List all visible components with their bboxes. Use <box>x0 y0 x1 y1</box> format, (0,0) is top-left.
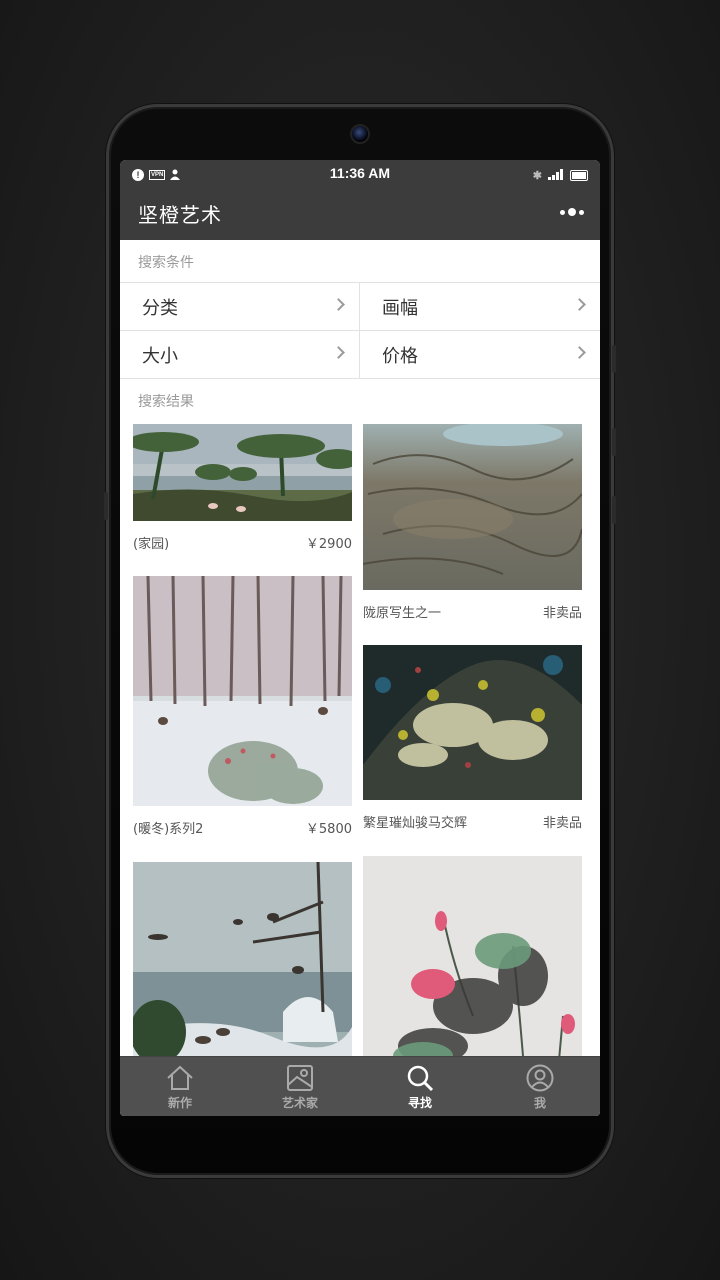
chevron-right-icon <box>573 298 586 311</box>
nav-label: 寻找 <box>407 1096 432 1110</box>
artwork-thumbnail <box>133 862 352 1071</box>
front-camera <box>350 124 370 144</box>
app-title: 坚橙艺术 <box>138 202 222 227</box>
artwork-title: 繁星璀灿骏马交辉 <box>363 816 468 831</box>
user-icon <box>526 1064 554 1092</box>
artwork-meta: (暖冬)系列2 ￥5800 <box>133 818 352 837</box>
artwork-title: 陇原写生之一 <box>363 606 442 621</box>
artwork-meta: 陇原写生之一 非卖品 <box>363 602 582 621</box>
filter-label: 分类 <box>142 297 178 319</box>
filter-grid: 分类 画幅 大小 价格 <box>120 282 600 379</box>
nav-search[interactable]: 寻找 <box>360 1057 480 1116</box>
artwork-thumbnail <box>363 424 582 590</box>
app-header: 坚橙艺术 <box>120 186 600 240</box>
status-time: 11:36 AM <box>329 165 391 181</box>
battery-icon <box>570 169 588 181</box>
home-icon <box>167 1065 193 1090</box>
chevron-right-icon <box>573 346 586 359</box>
nav-artists[interactable]: 艺术家 <box>240 1057 360 1116</box>
artwork-thumbnail <box>363 856 582 1071</box>
artwork-price: 非卖品 <box>542 816 582 831</box>
nav-label: 我 <box>533 1096 546 1110</box>
more-dot-icon <box>579 209 584 215</box>
volume-mid-button <box>612 428 616 456</box>
search-icon <box>407 1065 434 1092</box>
bottom-navigation: 新作 艺术家 寻找 我 <box>120 1056 600 1116</box>
signal-icon <box>548 167 564 183</box>
search-conditions-label: 搜索条件 <box>138 255 194 271</box>
more-menu-button[interactable] <box>560 208 584 216</box>
artwork-price: 非卖品 <box>542 606 582 621</box>
artwork-card[interactable]: (暖冬)系列2 ￥5800 <box>133 576 352 837</box>
artwork-card[interactable]: 繁星璀灿骏马交辉 非卖品 <box>363 645 582 831</box>
filter-category[interactable]: 分类 <box>120 283 360 331</box>
artwork-card[interactable]: 陇原写生之一 非卖品 <box>363 424 582 621</box>
more-dot-icon <box>560 209 565 215</box>
picture-icon <box>287 1065 313 1091</box>
nav-label: 新作 <box>167 1096 192 1110</box>
more-dot-icon <box>568 208 576 216</box>
filter-label: 画幅 <box>382 297 418 319</box>
volume-down-button <box>612 496 616 524</box>
artwork-price: ￥5800 <box>305 822 352 837</box>
artwork-title: (暖冬)系列2 <box>133 822 204 837</box>
app-screen: ! VPN 11:36 AM ✱ 坚橙艺术 搜索条件 分类 画幅 大小 价格 搜… <box>120 160 600 1116</box>
chevron-right-icon <box>332 298 345 311</box>
artwork-card[interactable]: (家园) ￥2900 <box>133 424 352 552</box>
filter-price[interactable]: 价格 <box>360 331 600 379</box>
chevron-right-icon <box>332 346 345 359</box>
status-bar: ! VPN 11:36 AM ✱ <box>120 160 600 186</box>
artwork-title: (家园) <box>133 537 170 552</box>
filter-size[interactable]: 大小 <box>120 331 360 379</box>
nav-label: 艺术家 <box>281 1096 318 1110</box>
filter-format[interactable]: 画幅 <box>360 283 600 331</box>
artwork-meta: 繁星璀灿骏马交辉 非卖品 <box>363 812 582 831</box>
power-button <box>104 492 108 520</box>
filter-label: 大小 <box>142 345 178 367</box>
artwork-meta: (家园) ￥2900 <box>133 533 352 552</box>
nav-me[interactable]: 我 <box>480 1057 600 1116</box>
filter-label: 价格 <box>382 345 418 367</box>
artwork-price: ￥2900 <box>305 537 352 552</box>
artwork-thumbnail <box>363 645 582 800</box>
nav-new-works[interactable]: 新作 <box>120 1057 240 1116</box>
search-results-label: 搜索结果 <box>138 394 194 410</box>
artwork-thumbnail <box>133 576 352 806</box>
volume-up-button <box>612 345 616 373</box>
bluetooth-icon: ✱ <box>532 169 542 182</box>
artwork-card[interactable] <box>133 862 352 1083</box>
results-grid: (家园) ￥2900 陇原写生之一 非卖品 (暖冬)系列2 ￥5800 繁星璀灿… <box>120 421 600 1071</box>
artwork-card[interactable] <box>363 856 582 1083</box>
artwork-thumbnail <box>133 424 352 521</box>
